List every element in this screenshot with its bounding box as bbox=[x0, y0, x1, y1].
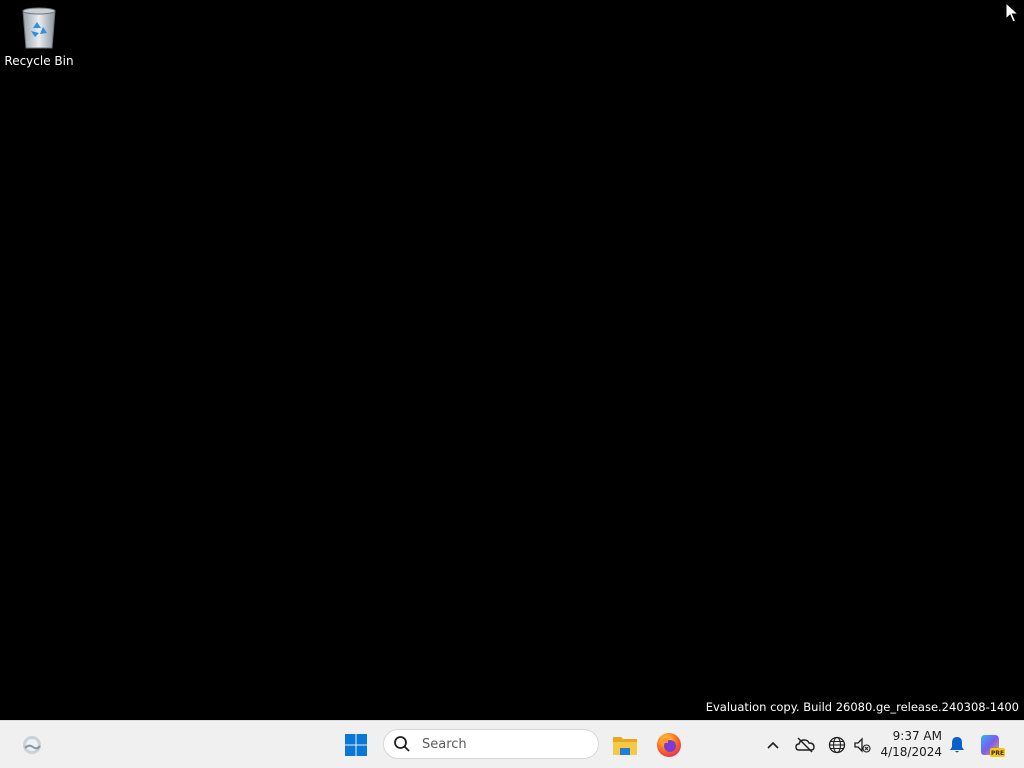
desktop-icon-recycle-bin[interactable]: Recycle Bin bbox=[4, 6, 74, 76]
show-hidden-icons-button[interactable] bbox=[762, 727, 784, 763]
taskbar-firefox-button[interactable] bbox=[650, 727, 688, 763]
mouse-cursor-icon bbox=[1005, 1, 1020, 24]
copilot-button[interactable]: PRE bbox=[976, 727, 1008, 763]
volume-muted-icon bbox=[854, 737, 871, 753]
bell-icon bbox=[950, 737, 964, 753]
weather-icon bbox=[23, 736, 41, 754]
notifications-button[interactable] bbox=[946, 727, 968, 763]
desktop-icon-label: Recycle Bin bbox=[4, 54, 74, 68]
evaluation-watermark: Evaluation copy. Build 26080.ge_release.… bbox=[705, 700, 1019, 714]
folder-icon bbox=[613, 737, 637, 755]
taskbar-clock[interactable]: 9:37 AM 4/18/2024 bbox=[880, 728, 942, 760]
chevron-up-icon bbox=[767, 741, 779, 749]
globe-icon bbox=[828, 736, 846, 754]
search-input[interactable] bbox=[420, 735, 584, 753]
taskbar: 9:37 AM 4/18/2024 PRE bbox=[0, 720, 1024, 768]
windows-logo-icon bbox=[345, 734, 367, 756]
desktop: Recycle Bin Evaluation copy. Build 26080… bbox=[0, 0, 1024, 720]
start-button[interactable] bbox=[338, 727, 374, 763]
network-tray-button[interactable] bbox=[826, 727, 848, 763]
taskbar-file-explorer-button[interactable] bbox=[606, 727, 644, 763]
onedrive-tray-button[interactable] bbox=[792, 727, 818, 763]
copilot-pre-icon: PRE bbox=[981, 735, 1005, 757]
clock-time: 9:37 AM bbox=[892, 729, 942, 743]
taskbar-search-box[interactable] bbox=[383, 729, 599, 759]
onedrive-offline-icon bbox=[795, 737, 815, 753]
firefox-icon bbox=[657, 733, 681, 757]
clock-date: 4/18/2024 bbox=[880, 745, 942, 759]
volume-tray-button[interactable] bbox=[850, 727, 874, 763]
svg-text:PRE: PRE bbox=[991, 750, 1004, 757]
widgets-button[interactable] bbox=[14, 727, 50, 763]
recycle-bin-icon bbox=[19, 6, 59, 50]
search-icon bbox=[394, 736, 410, 752]
